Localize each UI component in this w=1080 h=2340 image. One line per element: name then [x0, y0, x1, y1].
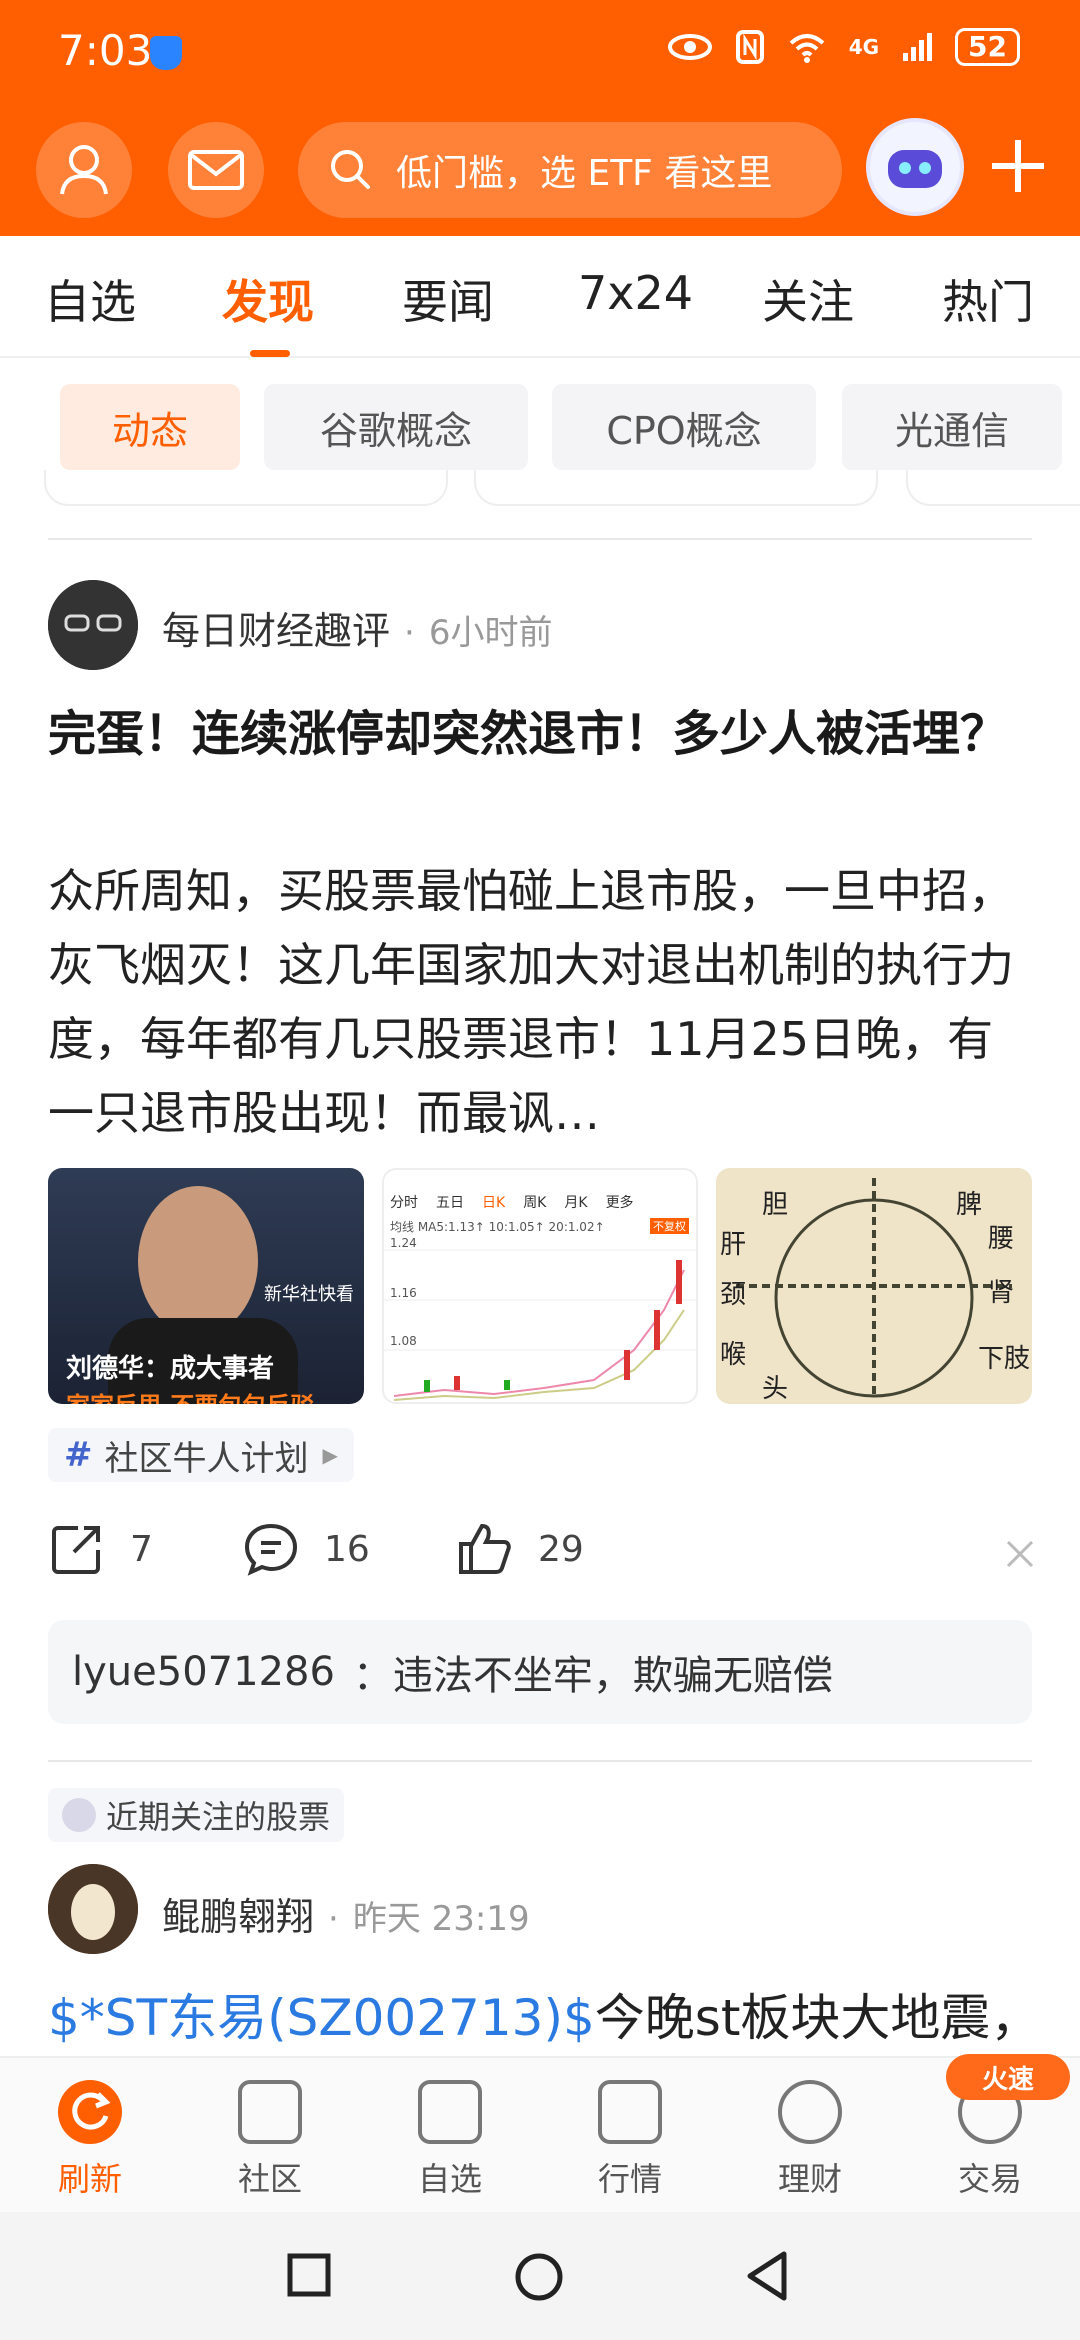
search-icon	[331, 150, 370, 189]
share-icon	[52, 1526, 100, 1574]
system-nav-bar	[0, 2212, 1080, 2340]
like-count: 29	[538, 1528, 584, 1570]
chip-google-concept[interactable]: 谷歌概念	[264, 384, 528, 470]
post-meta: 鲲鹏翱翔 · 昨天 23:19	[162, 1886, 530, 1941]
card-edge	[44, 470, 448, 506]
person-photo	[138, 1186, 258, 1336]
mail-icon	[188, 150, 244, 190]
assistant-robot-icon[interactable]	[866, 118, 964, 216]
post-body[interactable]: $*ST东易(SZ002713)$今晚st板块大地震，	[48, 1978, 1040, 2050]
nav-community[interactable]: 社区	[210, 2080, 330, 2200]
author-name[interactable]: 每日财经趣评	[162, 600, 390, 655]
post-time: 昨天 23:19	[352, 1899, 530, 1939]
tab-news[interactable]: 要闻	[402, 266, 494, 332]
chevron-right-icon: ▶	[322, 1443, 338, 1467]
comment-icon	[244, 1523, 298, 1576]
author-avatar[interactable]	[48, 580, 138, 670]
recent-stocks-label: 近期关注的股票	[48, 1788, 345, 1842]
stocks-icon	[62, 1798, 96, 1832]
post-image-1[interactable]: 新华社快看 刘德华：成大事者 家家反思 不要包包反驳	[48, 1168, 364, 1404]
image-subcaption: 家家反思 不要包包反驳	[66, 1386, 314, 1404]
wifi-icon	[789, 34, 825, 63]
chat-icon	[238, 2080, 302, 2144]
post-title[interactable]: 完蛋！连续涨停却突然退市！多少人被活埋？	[48, 694, 1038, 774]
post-time: 6小时前	[428, 613, 553, 653]
home-icon[interactable]	[514, 2252, 564, 2302]
chip-cpo-concept[interactable]: CPO概念	[552, 384, 816, 470]
nfc-icon	[735, 30, 764, 64]
shield-icon	[150, 36, 182, 70]
image-watermark: 新华社快看	[264, 1284, 354, 1305]
image-caption: 刘德华：成大事者	[66, 1354, 275, 1384]
back-icon[interactable]	[744, 2250, 790, 2302]
network-type: 4G	[848, 35, 880, 59]
chart-icon	[598, 2080, 662, 2144]
divider	[48, 538, 1032, 540]
profile-button[interactable]	[36, 122, 132, 218]
author-avatar[interactable]	[48, 1864, 138, 1954]
tab-follow[interactable]: 关注	[762, 266, 854, 332]
card-edge	[474, 470, 878, 506]
active-tab-indicator	[250, 350, 290, 357]
battery-indicator: 52	[955, 28, 1020, 66]
comment-text: ：违法不坐牢，欺骗无赔偿	[352, 1653, 833, 1699]
eye-icon	[667, 34, 712, 60]
chip-dynamic[interactable]: 动态	[60, 384, 240, 470]
nav-watchlist[interactable]: 自选	[390, 2080, 510, 2200]
chart-tabs: 分时 五日 日K 周K 月K 更多	[390, 1195, 634, 1211]
topic-tag-label: 社区牛人计划	[104, 1438, 309, 1479]
kline-chart	[384, 1249, 696, 1401]
checklist-icon	[418, 2080, 482, 2144]
stock-link[interactable]: $*ST东易(SZ002713)$	[48, 1989, 595, 2047]
nav-wealth[interactable]: 理财	[750, 2080, 870, 2200]
post-body[interactable]: 众所周知，买股票最怕碰上退市股，一旦中招，灰飞烟灭！这几年国家加大对退出机制的执…	[48, 854, 1038, 1150]
top-header: 7:03 4G 52 低门槛，选 ETF 看这里	[0, 0, 1080, 236]
add-icon[interactable]	[986, 134, 1050, 198]
search-bar[interactable]: 低门槛，选 ETF 看这里	[298, 122, 842, 218]
diamond-icon	[778, 2080, 842, 2144]
user-icon	[60, 145, 108, 195]
hot-badge: 火速	[946, 2054, 1070, 2100]
nav-refresh[interactable]: 刷新	[30, 2080, 150, 2200]
tab-discover[interactable]: 发现	[222, 266, 314, 332]
status-time: 7:03	[58, 26, 153, 75]
close-icon[interactable]	[1004, 1538, 1036, 1570]
post-meta: 每日财经趣评 · 6小时前	[162, 600, 552, 655]
refresh-icon	[58, 2080, 122, 2144]
divider	[48, 1760, 1032, 1762]
comment-count: 16	[324, 1528, 370, 1570]
tab-7x24[interactable]: 7x24	[578, 266, 693, 320]
status-icons: 4G 52	[667, 28, 1020, 66]
tab-watchlist[interactable]: 自选	[44, 266, 136, 332]
tab-hot[interactable]: 热门	[942, 266, 1034, 332]
comment-button[interactable]: 16	[242, 1520, 370, 1578]
recents-icon[interactable]	[286, 2252, 332, 2298]
signal-icon	[903, 33, 933, 61]
thumbs-up-icon	[459, 1523, 511, 1574]
bottom-nav: 刷新 社区 自选 行情 理财 交易	[0, 2056, 1080, 2212]
search-placeholder: 低门槛，选 ETF 看这里	[396, 153, 773, 194]
share-button[interactable]: 7	[48, 1520, 153, 1578]
topic-tag[interactable]: # 社区牛人计划 ▶	[48, 1428, 354, 1482]
main-tabs: 自选 发现 要闻 7x24 关注 热门	[0, 236, 1080, 358]
chip-optical-comm[interactable]: 光通信	[842, 384, 1062, 470]
card-edge	[906, 470, 1080, 506]
like-button[interactable]: 29	[456, 1520, 584, 1578]
post-image-2[interactable]: 分时 五日 日K 周K 月K 更多 均线 MA5:1.13↑ 10:1.05↑ 20:1.…	[382, 1168, 698, 1404]
nav-market[interactable]: 行情	[570, 2080, 690, 2200]
comment-user[interactable]: lyue5071286	[72, 1649, 335, 1695]
top-comment[interactable]: lyue5071286 ：违法不坐牢，欺骗无赔偿	[48, 1620, 1032, 1724]
post-image-3[interactable]: 胆 脾 肝 腰 肾 颈 喉 下肢 头	[716, 1168, 1032, 1404]
hashtag-icon: #	[64, 1435, 93, 1475]
share-count: 7	[130, 1528, 153, 1570]
messages-button[interactable]	[168, 122, 264, 218]
author-name[interactable]: 鲲鹏翱翔	[162, 1886, 314, 1941]
